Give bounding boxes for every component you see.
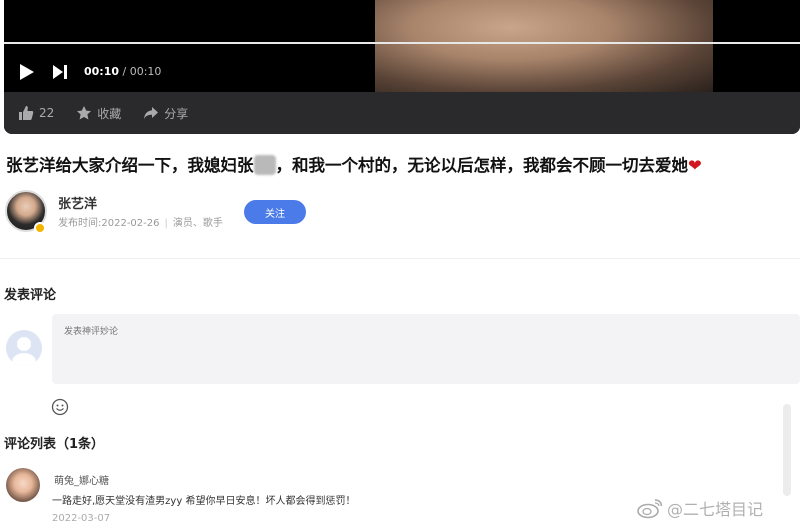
author-name[interactable]: 张艺洋 (58, 193, 97, 212)
author-tags: 演员、歌手 (172, 218, 223, 229)
thumbs-up-icon (19, 106, 34, 120)
share-label: 分享 (164, 106, 189, 121)
favorite-label: 收藏 (97, 106, 122, 121)
author-meta: 发布时间:2022-02-26 | 演员、歌手 (58, 214, 223, 229)
like-count: 22 (39, 106, 55, 120)
video-frame[interactable]: 00:10 / 00:10 (4, 0, 800, 92)
section-divider (0, 258, 800, 259)
publish-time: 发布时间:2022-02-26 (58, 218, 160, 229)
like-button[interactable]: 22 (18, 105, 54, 121)
article-title: 张艺洋给大家介绍一下，我媳妇张 ，和我一个村的，无论以后怎样，我都会不顾一切去爱她… (6, 155, 702, 175)
user-avatar-icon (6, 330, 42, 366)
commenter-avatar[interactable] (6, 468, 40, 502)
video-action-bar: 22 收藏 分享 (4, 92, 800, 134)
title-part-2: 和我一个村的，无论以后怎样，我都会不顾一切去爱她 (292, 156, 688, 175)
watermark: @二七塔目记 (636, 496, 763, 520)
share-button[interactable]: 分享 (143, 105, 188, 122)
star-icon (77, 106, 92, 120)
scrollbar[interactable] (783, 404, 791, 496)
meta-separator: | (164, 218, 168, 229)
play-icon[interactable] (16, 62, 36, 82)
weibo-logo-icon (637, 499, 663, 519)
next-icon[interactable] (50, 62, 70, 82)
video-player[interactable]: 00:10 / 00:10 22 收藏 分享 (4, 0, 800, 134)
watermark-text: @二七塔目记 (667, 500, 764, 519)
verified-badge-icon (34, 222, 46, 234)
progress-bar[interactable] (4, 42, 800, 44)
redacted-blur (253, 155, 276, 175)
time-separator: / (119, 65, 130, 78)
comment-list-heading: 评论列表（1条） (4, 437, 105, 452)
comment-date: 2022-03-07 (52, 513, 111, 524)
total-time: 00:10 (129, 65, 162, 78)
comment-text: 一路走好,愿天堂没有渣男zyy 希望你早日安息！坏人都会得到惩罚！ (52, 496, 356, 507)
heart-icon: ❤ (688, 156, 702, 175)
favorite-button[interactable]: 收藏 (76, 105, 121, 122)
share-arrow-icon (144, 107, 159, 119)
commenter-name[interactable]: 萌兔_娜心糖 (54, 472, 109, 487)
comment-form-heading: 发表评论 (4, 288, 57, 303)
video-thumbnail (375, 0, 713, 92)
time-display: 00:10 / 00:10 (84, 65, 161, 78)
emoji-icon[interactable] (51, 398, 69, 416)
follow-button[interactable]: 关注 (244, 200, 306, 224)
comment-input[interactable] (52, 314, 800, 384)
current-time: 00:10 (84, 65, 120, 78)
title-part-1: 张艺洋给大家介绍一下，我媳妇张 (6, 156, 254, 175)
